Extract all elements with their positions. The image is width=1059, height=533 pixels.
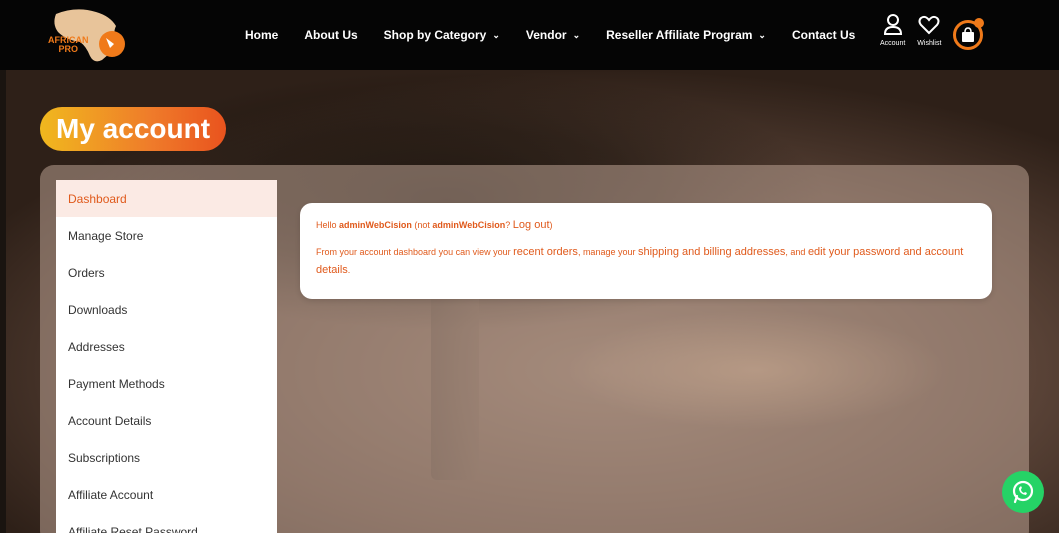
account-sidebar: Dashboard Manage Store Orders Downloads … (56, 180, 277, 533)
sidebar-item-label: Dashboard (68, 191, 127, 206)
addresses-link[interactable]: shipping and billing addresses (638, 246, 785, 258)
nav-about-label: About Us (304, 28, 358, 42)
nav-vendor[interactable]: Vendor ⌄ (526, 28, 580, 42)
page-title: My account (40, 107, 227, 151)
nav-vendor-label: Vendor (525, 28, 567, 42)
sidebar-item-addresses[interactable]: Addresses (56, 328, 277, 365)
not-prefix: (not (414, 220, 430, 230)
account-label: Account (880, 40, 906, 47)
sidebar-item-payment-methods[interactable]: Payment Methods (56, 365, 277, 402)
sidebar-item-label: Subscriptions (68, 450, 141, 465)
cart-count-badge (974, 18, 985, 28)
dashboard-description: From your account dashboard you can view… (316, 243, 976, 279)
sidebar-item-label: Affiliate Account (68, 487, 154, 502)
sidebar-item-label: Addresses (68, 339, 125, 354)
account-link[interactable]: Account (880, 14, 905, 47)
nav-about-us[interactable]: About Us (304, 28, 357, 42)
nav-shop-by-category[interactable]: Shop by Category ⌄ (384, 28, 500, 42)
nav-home[interactable]: Home (245, 28, 278, 42)
dashboard-welcome-card: Hello adminWebCision (not adminWebCision… (300, 203, 992, 299)
nav-contact-label: Contact Us (791, 28, 856, 42)
sidebar-item-label: Account Details (68, 413, 152, 428)
desc-text: , and (785, 247, 806, 257)
logout-suffix: ) (549, 220, 553, 230)
sidebar-item-account-details[interactable]: Account Details (56, 402, 277, 439)
recent-orders-link[interactable]: recent orders (513, 246, 578, 258)
sidebar-item-label: Manage Store (68, 228, 144, 243)
shopping-bag-icon (962, 27, 975, 42)
nav-shop-label: Shop by Category (383, 28, 487, 42)
hello-text: Hello (316, 220, 337, 230)
chevron-down-icon: ⌄ (758, 29, 766, 40)
nav-contact-us[interactable]: Contact Us (792, 28, 855, 42)
sidebar-item-affiliate-account[interactable]: Affiliate Account (56, 476, 277, 513)
chevron-down-icon: ⌄ (572, 29, 581, 40)
sidebar-item-label: Payment Methods (68, 376, 165, 391)
desc-text: . (347, 265, 351, 275)
site-logo[interactable]: AFRICAN PRO (36, 4, 146, 66)
whatsapp-chat-button[interactable] (1002, 471, 1044, 513)
logout-link[interactable]: Log out (513, 219, 550, 231)
sidebar-item-label: Orders (68, 265, 105, 280)
desc-text: , manage your (577, 247, 636, 257)
sidebar-item-subscriptions[interactable]: Subscriptions (56, 439, 277, 476)
sidebar-item-downloads[interactable]: Downloads (56, 291, 277, 328)
nav-home-label: Home (245, 28, 279, 42)
cart-button[interactable] (953, 18, 985, 50)
hello-message: Hello adminWebCision (not adminWebCision… (316, 219, 976, 231)
desc-text: From your account dashboard you can view… (316, 247, 511, 257)
whatsapp-icon (1012, 480, 1034, 504)
wishlist-label: Wishlist (917, 40, 942, 47)
sidebar-item-label: Downloads (68, 302, 128, 317)
user-icon (883, 14, 902, 35)
nav-reseller-affiliate[interactable]: Reseller Affiliate Program ⌄ (606, 28, 766, 42)
site-header: AFRICAN PRO Home About Us Shop by Catego… (0, 0, 1059, 70)
username: adminWebCision (339, 220, 412, 230)
sidebar-item-dashboard[interactable]: Dashboard (56, 180, 277, 217)
heart-icon (918, 15, 940, 35)
nav-reseller-label: Reseller Affiliate Program (606, 28, 753, 42)
chevron-down-icon: ⌄ (492, 29, 500, 40)
sidebar-item-affiliate-reset-password[interactable]: Affiliate Reset Password (56, 513, 277, 533)
sidebar-item-label: Affiliate Reset Password (68, 524, 198, 533)
sidebar-item-manage-store[interactable]: Manage Store (56, 217, 277, 254)
page-title-text: My account (56, 113, 211, 144)
logo-wordmark: AFRICAN PRO (48, 35, 89, 54)
wishlist-link[interactable]: Wishlist (917, 14, 941, 47)
sidebar-item-orders[interactable]: Orders (56, 254, 277, 291)
not-username: adminWebCision (432, 220, 506, 230)
main-nav: Home About Us Shop by Category ⌄ Vendor … (245, 0, 855, 70)
header-actions: Account Wishlist (880, 14, 985, 60)
logout-prefix: ? (505, 220, 511, 230)
